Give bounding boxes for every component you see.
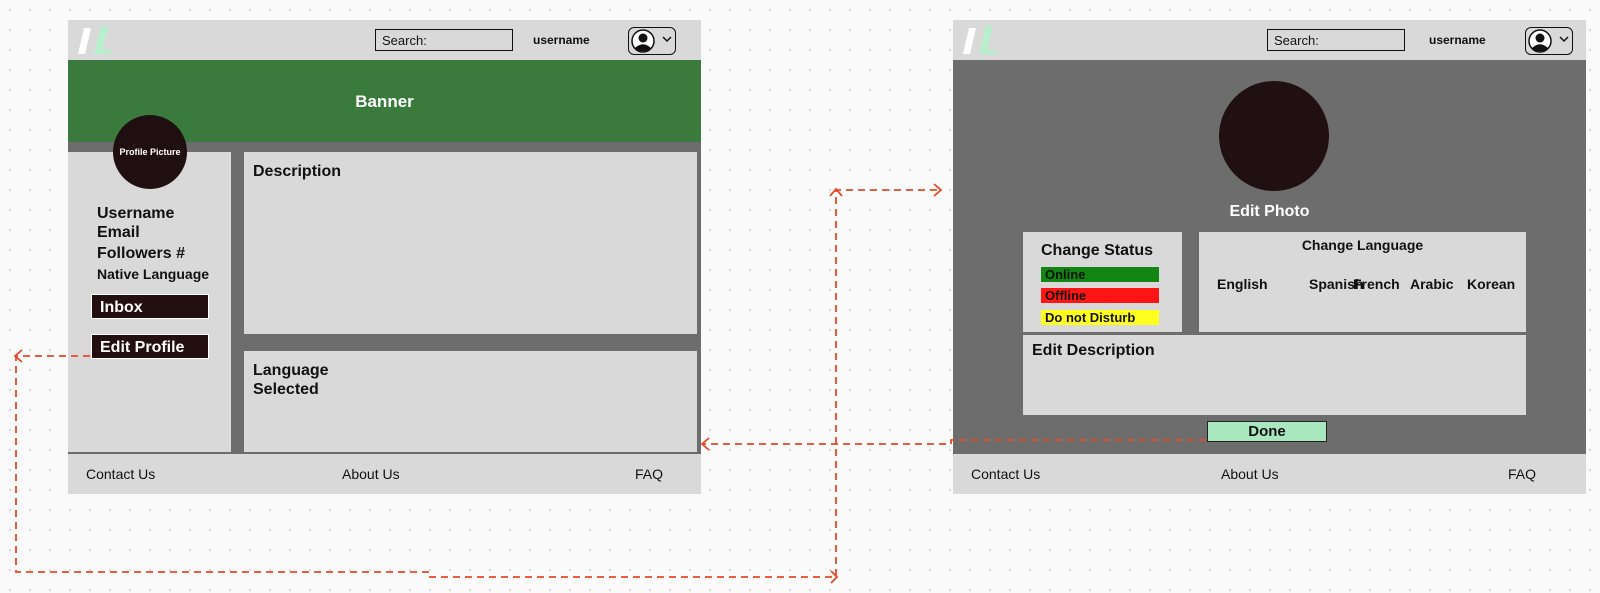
- flow-arrows: [13, 183, 1206, 584]
- edit-profile-flow-arrow: [15, 189, 940, 578]
- done-flow-arrow: [703, 439, 1206, 445]
